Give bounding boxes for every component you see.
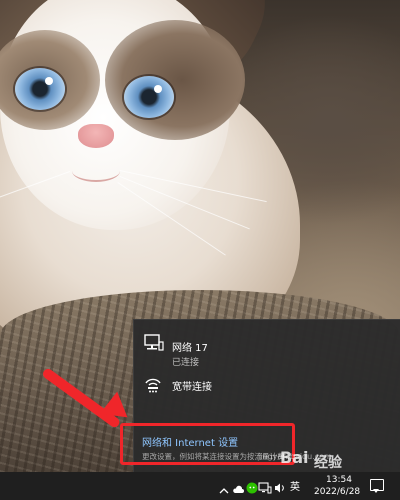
cat-nose (78, 124, 114, 148)
notification-icon[interactable] (370, 479, 384, 493)
cat-markings-right (105, 20, 245, 140)
network-item-broadband[interactable]: 宽带连接 (134, 366, 400, 406)
ethernet-icon (144, 334, 164, 356)
cloud-icon[interactable] (232, 480, 244, 499)
watermark-url: jingyan.baidu.com (258, 452, 332, 461)
cat-eye-left (15, 68, 65, 110)
network-name: 宽带连接 (172, 382, 212, 393)
taskbar-clock-date[interactable]: 2022/6/28 (314, 487, 360, 497)
network-name: 网络 17 (172, 343, 208, 354)
network-item-ethernet[interactable]: 网络 17 已连接 (134, 326, 400, 368)
cat-mouth (72, 160, 120, 182)
cat-eye-right (124, 76, 174, 118)
taskbar-clock-time[interactable]: 13:54 (326, 475, 352, 485)
dialup-icon (144, 376, 164, 398)
chevron-up-icon[interactable] (219, 480, 229, 499)
